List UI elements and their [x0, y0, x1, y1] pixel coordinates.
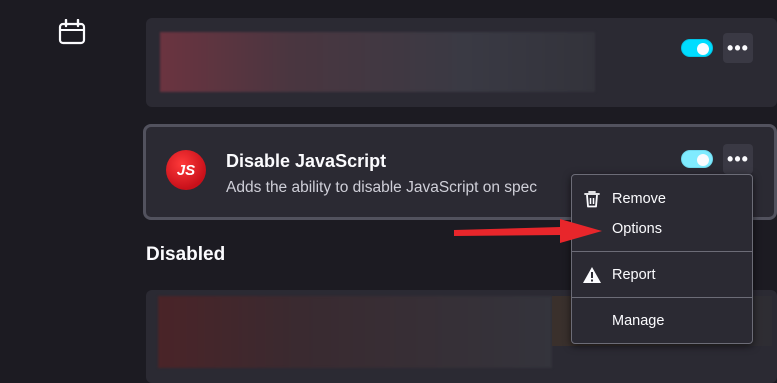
js-logo-icon: JS — [166, 150, 206, 190]
red-arrow-annotation — [454, 219, 602, 243]
extension-description: Adds the ability to disable JavaScript o… — [226, 179, 538, 196]
more-options-button[interactable]: ••• — [723, 144, 753, 174]
menu-item-label: Remove — [612, 191, 666, 207]
menu-item-label: Manage — [612, 313, 665, 329]
sidebar — [0, 0, 146, 383]
extension-card-first: ••• — [146, 18, 777, 107]
extension-name[interactable]: Disable JavaScript — [226, 151, 386, 172]
section-title-disabled: Disabled — [146, 244, 226, 265]
menu-item-label: Report — [612, 267, 656, 283]
context-menu: Remove Options Report Manage — [571, 174, 753, 344]
enable-toggle[interactable] — [681, 150, 713, 168]
menu-item-label: Options — [612, 221, 662, 237]
warning-icon — [572, 266, 612, 284]
menu-item-remove[interactable]: Remove — [572, 185, 752, 213]
blurred-extension-info — [158, 296, 552, 368]
blurred-extension-info — [160, 32, 595, 92]
enable-toggle[interactable] — [681, 39, 713, 57]
menu-item-manage[interactable]: Manage — [572, 307, 752, 335]
calendar-icon[interactable] — [58, 19, 86, 45]
menu-item-report[interactable]: Report — [572, 261, 752, 289]
more-options-button[interactable]: ••• — [723, 33, 753, 63]
menu-separator — [572, 297, 752, 298]
trash-icon — [572, 190, 612, 208]
